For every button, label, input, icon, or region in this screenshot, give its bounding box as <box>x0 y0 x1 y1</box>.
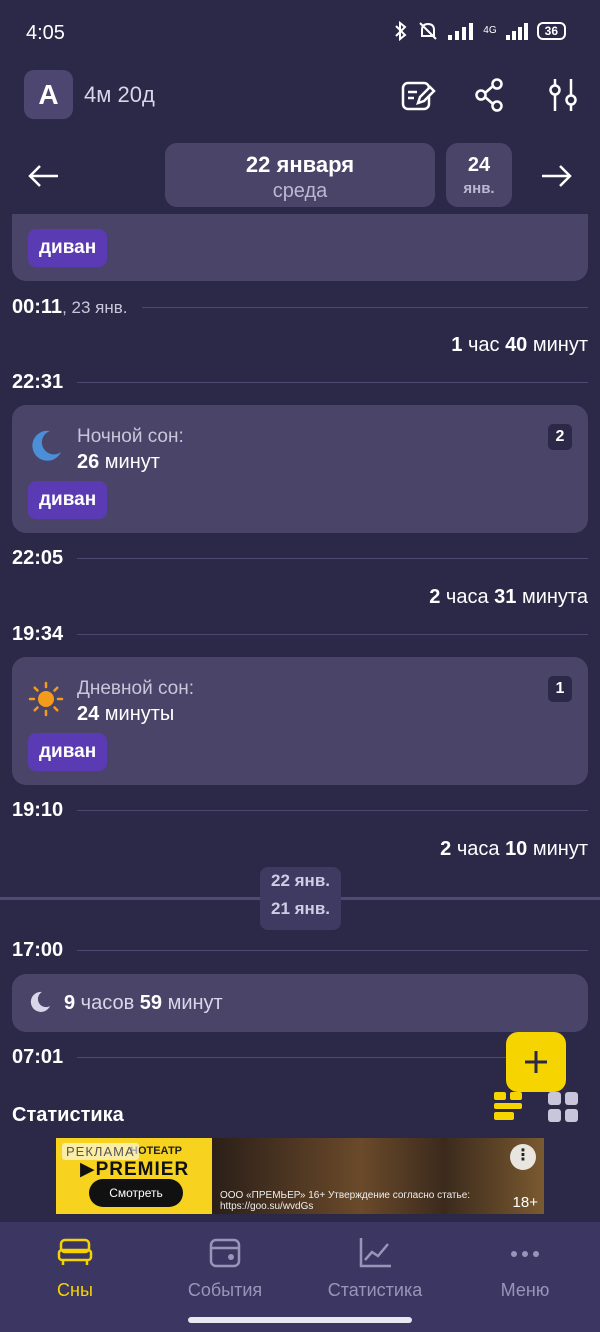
edit-note-icon[interactable] <box>397 75 437 115</box>
next-day-arrow-icon[interactable] <box>536 156 576 196</box>
prev-day-arrow-icon[interactable] <box>24 156 64 196</box>
nav-item-sleep[interactable]: Сны <box>0 1236 150 1301</box>
location-tag: диван <box>28 229 108 267</box>
child-age: 4м 20д <box>84 82 155 107</box>
time-marker: 17:00 <box>12 938 588 962</box>
next-date-month: янв. <box>463 180 495 197</box>
current-date-button[interactable]: 22 января среда <box>165 143 435 207</box>
bottom-navigation: Сны События Статистика Меню <box>0 1222 600 1332</box>
ad-watch-button[interactable]: Смотреть <box>89 1179 183 1207</box>
bed-icon <box>57 1238 93 1265</box>
chart-line-icon <box>359 1238 391 1268</box>
awake-duration: 2 часа 10 минут <box>440 838 588 860</box>
awake-duration: 1 час 40 минут <box>451 334 588 356</box>
nav-item-menu[interactable]: Меню <box>450 1236 600 1301</box>
plus-icon <box>525 1051 547 1073</box>
signal-icon-2 <box>505 23 528 40</box>
next-date-button[interactable]: 24 янв. <box>446 143 512 207</box>
home-indicator[interactable] <box>188 1317 412 1323</box>
time-marker: 22:31 <box>12 370 588 394</box>
nav-label: Статистика <box>327 1280 423 1300</box>
sleep-duration: 24 минуты <box>77 703 175 725</box>
bell-off-icon <box>419 22 438 40</box>
time-marker: 07:01 <box>12 1045 506 1069</box>
current-date: 22 января <box>245 152 355 177</box>
awake-duration: 2 часа 31 минута <box>429 586 588 608</box>
sun-icon <box>28 681 64 717</box>
timeline-view-icon[interactable] <box>492 1088 524 1122</box>
sleep-index-badge: 2 <box>548 424 572 450</box>
sleep-type-label: Ночной сон: <box>77 426 184 447</box>
more-dots-icon <box>511 1251 539 1257</box>
sleep-duration: 26 минут <box>77 451 160 473</box>
nav-item-events[interactable]: События <box>150 1236 300 1301</box>
nav-label: События <box>187 1280 263 1300</box>
moon-icon <box>30 991 50 1012</box>
status-time: 4:05 <box>26 22 65 44</box>
day-divider-chip: 22 янв. 21 янв. <box>260 867 341 930</box>
location-tag: диван <box>28 481 108 519</box>
network-label: 4G <box>483 25 497 36</box>
ad-legal-text: ООО «ПРЕМЬЕР» 16+ Утверждение согласно с… <box>220 1190 471 1212</box>
sleep-duration: 9 часов 59 минут <box>64 992 223 1014</box>
grid-view-icon[interactable] <box>546 1090 580 1124</box>
statistics-title: Статистика <box>12 1104 124 1126</box>
nav-item-statistics[interactable]: Статистика <box>300 1236 450 1301</box>
nav-label: Меню <box>500 1280 550 1300</box>
add-event-button[interactable] <box>506 1032 566 1092</box>
sleep-index-badge: 1 <box>548 676 572 702</box>
time-marker: 22:05 <box>12 546 588 570</box>
nav-label: Сны <box>57 1280 93 1300</box>
ad-more-icon[interactable]: ⋮ <box>510 1144 536 1170</box>
share-icon[interactable] <box>469 75 509 115</box>
time-marker: 00:11, 23 янв. <box>12 295 588 319</box>
filter-settings-icon[interactable] <box>543 75 583 115</box>
time-marker: 19:10 <box>12 798 588 822</box>
sleep-type-label: Дневной сон: <box>77 678 195 699</box>
next-date-day: 24 <box>467 154 491 176</box>
status-icons: 4G 36 <box>393 20 566 42</box>
battery-icon: 36 <box>536 22 566 40</box>
calendar-icon <box>209 1238 241 1268</box>
ad-age-rating: 18+ <box>512 1194 538 1211</box>
moon-icon <box>32 430 61 461</box>
signal-icon <box>448 23 474 40</box>
ad-banner[interactable]: НОТЕАТР РЕКЛАМА ▶PREMIER Смотреть ООО «П… <box>56 1138 544 1214</box>
time-marker: 19:34 <box>12 622 588 646</box>
bluetooth-icon <box>395 20 407 42</box>
ad-brand: ▶PREMIER <box>80 1159 190 1180</box>
location-tag: диван <box>28 733 108 771</box>
current-weekday: среда <box>272 180 328 202</box>
avatar[interactable]: А <box>24 70 73 119</box>
